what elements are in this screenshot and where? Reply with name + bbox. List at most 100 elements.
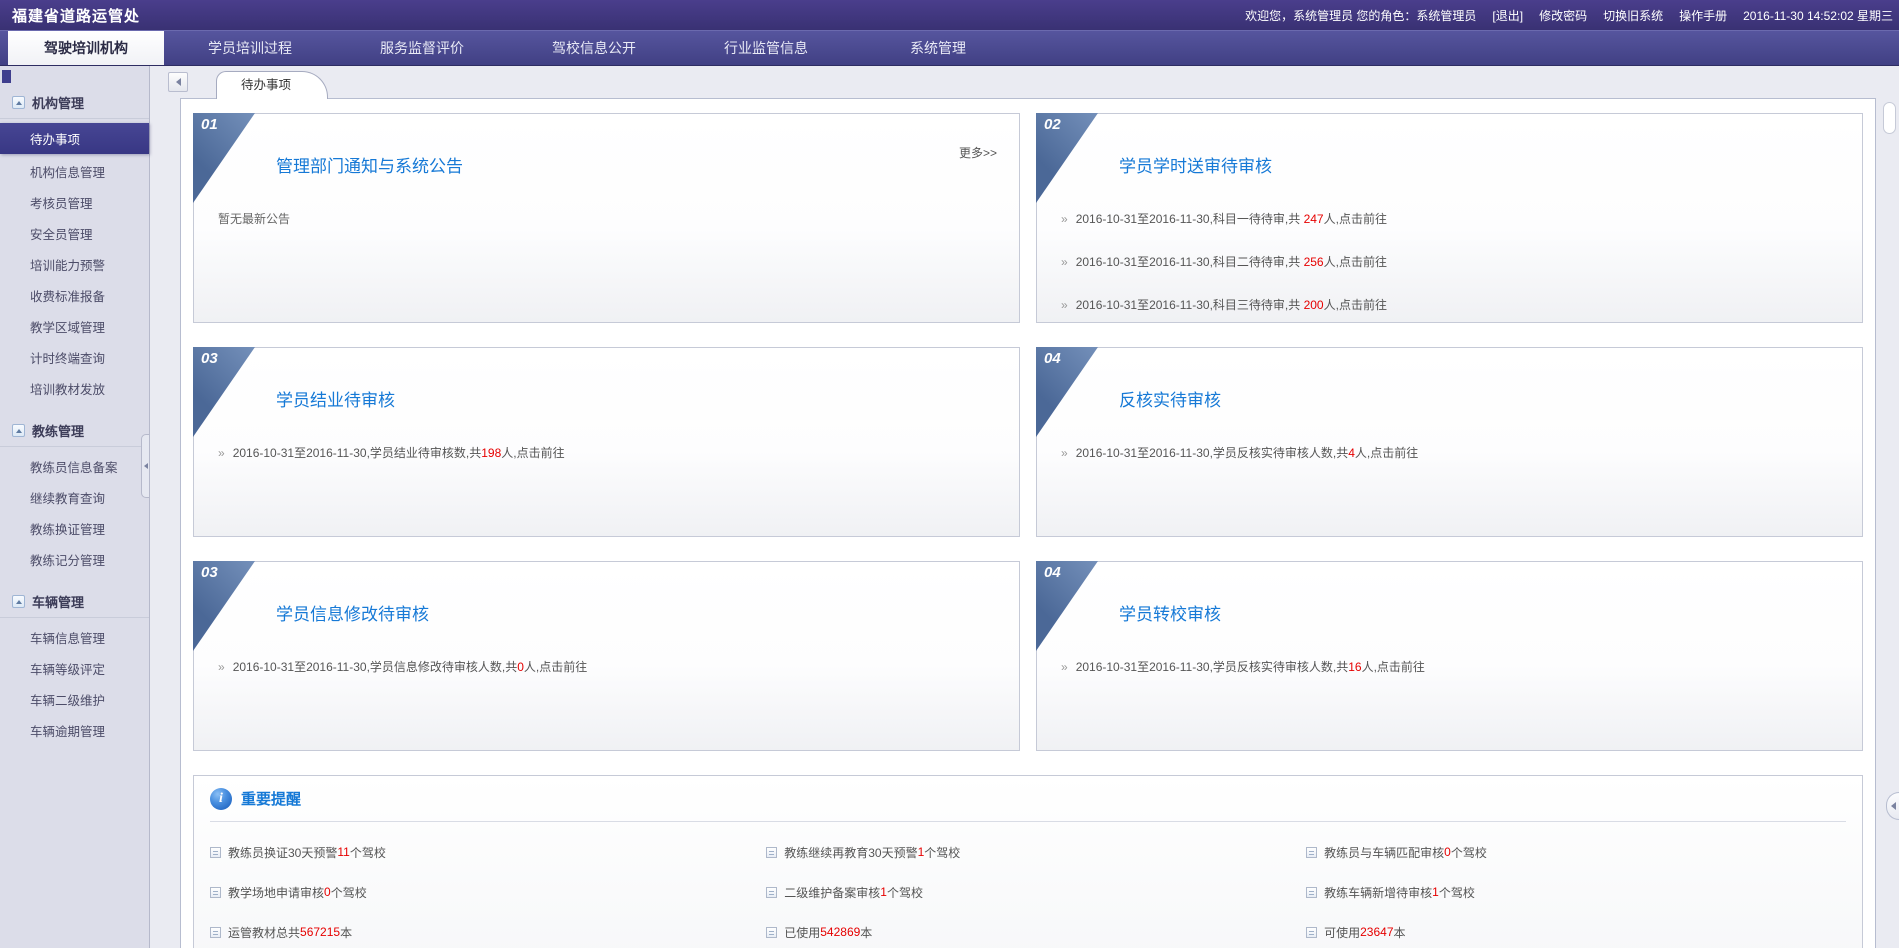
collapse-toggle-icon[interactable] [12, 424, 25, 437]
reminder-count: 1 [880, 885, 887, 899]
nav-tab-school-info-disclosure[interactable]: 驾校信息公开 [508, 31, 680, 65]
sidebar-item-teaching-area[interactable]: 教学区域管理 [0, 311, 149, 342]
reminder-item[interactable]: 已使用 542869本 [766, 912, 1306, 948]
reminder-item[interactable]: 运管教材总共 567215本 [210, 912, 766, 948]
reminder-item[interactable]: 教练员换证30天预警 11个驾校 [210, 832, 766, 872]
no-notice-text: 暂无最新公告 [218, 210, 995, 227]
reminder-item[interactable]: 二级维护备案审核 1个驾校 [766, 872, 1306, 912]
topbar-links: 欢迎您，系统管理员 您的角色：系统管理员 [退出] 修改密码 切换旧系统 操作手… [1245, 7, 1893, 24]
reminder-panel: i 重要提醒 教练员换证30天预警 11个驾校 教练继续再教育30天预警 1个驾… [193, 775, 1863, 948]
reminder-text: 已使用 [784, 924, 820, 941]
review-line-school-transfer[interactable]: 2016-10-31至2016-11-30,学员反核实待审核人数,共16人,点击… [1061, 658, 1838, 675]
card-title-school-transfer-review[interactable]: 学员转校审核 [1119, 600, 1221, 625]
sidebar-item-examiner[interactable]: 考核员管理 [0, 187, 149, 218]
review-line-subject1[interactable]: 2016-10-31至2016-11-30,科目一待待审,共 247人,点击前往 [1061, 210, 1838, 227]
sidebar-item-org-info[interactable]: 机构信息管理 [0, 156, 149, 187]
review-line-subject3[interactable]: 2016-10-31至2016-11-30,科目三待待审,共 200人,点击前往 [1061, 296, 1838, 313]
card-number-ribbon: 03 [193, 347, 255, 437]
app-title: 福建省道路运管处 [12, 5, 140, 26]
card-number: 04 [1044, 350, 1061, 367]
reminder-text: 个驾校 [924, 844, 960, 861]
reminder-header: i 重要提醒 [210, 776, 1846, 822]
cards-grid: 01 管理部门通知与系统公告 更多>> 暂无最新公告 02 学员学时送审待审核 … [193, 113, 1863, 751]
card-number: 03 [201, 564, 218, 581]
card-body: 2016-10-31至2016-11-30,科目一待待审,共 247人,点击前往… [1061, 210, 1838, 339]
sidebar-item-todo[interactable]: 待办事项 [0, 123, 149, 154]
sidebar-group-header-coach[interactable]: 教练管理 [0, 416, 149, 447]
review-line-info-modify[interactable]: 2016-10-31至2016-11-30,学员信息修改待审核人数,共0人,点击… [218, 658, 995, 675]
reminder-text: 个驾校 [1439, 884, 1475, 901]
switch-old-system-link[interactable]: 切换旧系统 [1603, 7, 1663, 24]
scrollbar-thumb[interactable] [1883, 102, 1896, 134]
reminder-text: 二级维护备案审核 [784, 884, 880, 901]
tab-todo[interactable]: 待办事项 [216, 71, 328, 99]
reminder-text: 教练车辆新增待审核 [1324, 884, 1432, 901]
card-title-graduation-review[interactable]: 学员结业待审核 [276, 386, 395, 411]
reminder-item[interactable]: 教练车辆新增待审核1个驾校 [1306, 872, 1846, 912]
sidebar-group-header-org[interactable]: 机构管理 [0, 88, 149, 119]
card-notice-announcement: 01 管理部门通知与系统公告 更多>> 暂无最新公告 [193, 113, 1020, 323]
sidebar-item-coach-points[interactable]: 教练记分管理 [0, 544, 149, 575]
card-graduation-review: 03 学员结业待审核 2016-10-31至2016-11-30,学员结业待审核… [193, 347, 1020, 537]
nav-tab-driving-training-org[interactable]: 驾驶培训机构 [8, 31, 164, 65]
reminder-count: 23647 [1360, 925, 1393, 939]
manual-link[interactable]: 操作手册 [1679, 7, 1727, 24]
reminder-count: 0 [324, 885, 331, 899]
sidebar-item-continuing-education[interactable]: 继续教育查询 [0, 482, 149, 513]
card-title-notices[interactable]: 管理部门通知与系统公告 [276, 152, 463, 177]
sidebar-item-coach-license-renewal[interactable]: 教练换证管理 [0, 513, 149, 544]
reminder-item[interactable]: 教练继续再教育30天预警 1个驾校 [766, 832, 1306, 872]
collapse-toggle-icon[interactable] [12, 595, 25, 608]
sidebar-item-training-capacity[interactable]: 培训能力预警 [0, 249, 149, 280]
main-area: 机构管理 待办事项 机构信息管理 考核员管理 安全员管理 培训能力预警 收费标准… [0, 66, 1899, 948]
card-body: 2016-10-31至2016-11-30,学员反核实待审核人数,共16人,点击… [1061, 658, 1838, 701]
line-text: 人,点击前往 [1324, 255, 1387, 269]
card-title-info-modify-review[interactable]: 学员信息修改待审核 [276, 600, 429, 625]
reminder-text: 个驾校 [331, 884, 367, 901]
sidebar-item-vehicle-overdue[interactable]: 车辆逾期管理 [0, 715, 149, 746]
line-text: 人,点击前往 [1362, 660, 1425, 674]
card-number-ribbon: 04 [1036, 347, 1098, 437]
logout-link[interactable]: [退出] [1492, 7, 1523, 24]
card-body: 暂无最新公告 [218, 210, 995, 227]
sidebar-item-coach-info[interactable]: 教练员信息备案 [0, 451, 149, 482]
review-line-subject2[interactable]: 2016-10-31至2016-11-30,科目二待待审,共 256人,点击前往 [1061, 253, 1838, 270]
sidebar-group-header-vehicle[interactable]: 车辆管理 [0, 587, 149, 618]
reminder-item[interactable]: 教学场地申请审核 0个驾校 [210, 872, 766, 912]
document-icon [766, 887, 777, 898]
sidebar-item-vehicle-grade[interactable]: 车辆等级评定 [0, 653, 149, 684]
nav-tab-industry-supervision[interactable]: 行业监管信息 [680, 31, 852, 65]
nav-tab-system-management[interactable]: 系统管理 [852, 31, 1024, 65]
tab-scroll-left-button[interactable] [168, 72, 188, 92]
sidebar-collapse-handle[interactable] [141, 434, 150, 498]
sidebar-item-safety-officer[interactable]: 安全员管理 [0, 218, 149, 249]
line-text: 2016-10-31至2016-11-30,科目一待待审,共 [1076, 212, 1304, 226]
collapse-toggle-icon[interactable] [12, 96, 25, 109]
sidebar-item-timing-terminal[interactable]: 计时终端查询 [0, 342, 149, 373]
right-edge-collapse-handle[interactable] [1886, 792, 1899, 820]
line-text: 2016-10-31至2016-11-30,学员反核实待审核人数,共 [1076, 446, 1349, 460]
review-line-recheck[interactable]: 2016-10-31至2016-11-30,学员反核实待审核人数,共4人,点击前… [1061, 444, 1838, 461]
sidebar-group-title: 机构管理 [32, 93, 84, 112]
main-nav: 驾驶培训机构 学员培训过程 服务监督评价 驾校信息公开 行业监管信息 系统管理 [0, 30, 1899, 66]
sidebar-item-vehicle-info[interactable]: 车辆信息管理 [0, 622, 149, 653]
sidebar-item-training-materials[interactable]: 培训教材发放 [0, 373, 149, 404]
reminder-item[interactable]: 可使用 23647本 [1306, 912, 1846, 948]
card-recheck-review: 04 反核实待审核 2016-10-31至2016-11-30,学员反核实待审核… [1036, 347, 1863, 537]
card-number: 02 [1044, 116, 1061, 133]
reminder-item[interactable]: 教练员与车辆匹配审核0 个驾校 [1306, 832, 1846, 872]
line-count: 0 [517, 660, 524, 674]
more-link[interactable]: 更多>> [959, 144, 997, 161]
main-panel: 01 管理部门通知与系统公告 更多>> 暂无最新公告 02 学员学时送审待审核 … [180, 98, 1876, 948]
nav-tab-student-training-process[interactable]: 学员培训过程 [164, 31, 336, 65]
change-password-link[interactable]: 修改密码 [1539, 7, 1587, 24]
card-hours-review: 02 学员学时送审待审核 2016-10-31至2016-11-30,科目一待待… [1036, 113, 1863, 323]
review-line-graduation[interactable]: 2016-10-31至2016-11-30,学员结业待审核数,共198人,点击前… [218, 444, 995, 461]
card-title-recheck-review[interactable]: 反核实待审核 [1119, 386, 1221, 411]
reminder-count: 1 [918, 845, 925, 859]
nav-tab-service-supervision[interactable]: 服务监督评价 [336, 31, 508, 65]
line-text: 2016-10-31至2016-11-30,科目二待待审,共 [1076, 255, 1304, 269]
card-title-hours-review[interactable]: 学员学时送审待审核 [1119, 152, 1272, 177]
sidebar-item-fee-standard[interactable]: 收费标准报备 [0, 280, 149, 311]
sidebar-item-vehicle-maintenance[interactable]: 车辆二级维护 [0, 684, 149, 715]
